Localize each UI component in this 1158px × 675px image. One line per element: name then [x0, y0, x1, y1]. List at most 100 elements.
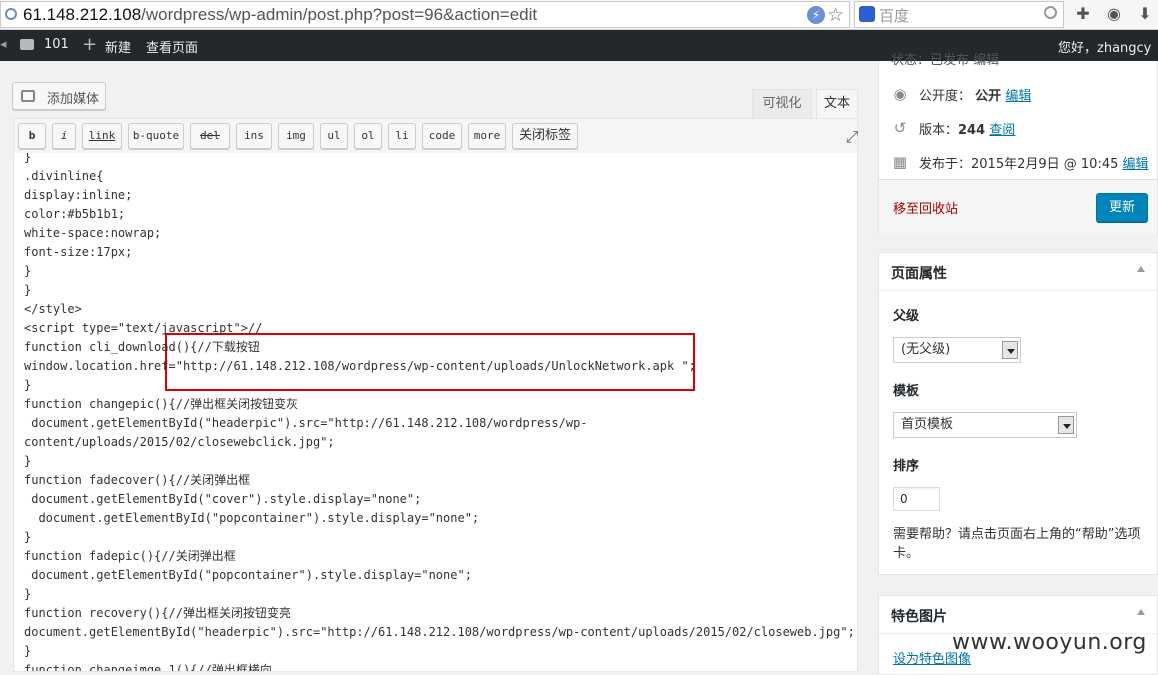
template-select[interactable]: 首页模板 [893, 412, 1077, 438]
code-line: document.getElementById("headerpic").src… [24, 625, 855, 639]
revisions-row: 版本：244 查阅 [919, 119, 1015, 138]
order-label: 排序 [893, 459, 920, 474]
quicktag-ul-button[interactable]: ul [320, 123, 348, 149]
quicktag---button[interactable]: 关闭标签 [512, 123, 578, 149]
code-line: <script type="text/javascript">// [24, 321, 263, 335]
code-line: font-size:17px; [24, 245, 133, 259]
plus-icon[interactable]: + [82, 36, 97, 54]
add-media-button[interactable]: 添加媒体 [12, 82, 106, 110]
help-text: 需要帮助？请点击页面右上角的“帮助”选项卡。 [893, 527, 1141, 561]
clock-history-icon: ↺ [893, 119, 907, 137]
url-path: /wordpress/wp-admin/post.php?post=96&act… [141, 5, 538, 24]
code-line: color:#b5b1b1; [24, 207, 126, 221]
code-line: window.location.href="http://61.148.212.… [24, 359, 696, 373]
published-value: 2015年2月9日 @ 10:45 [971, 157, 1119, 172]
eye-icon: ◉ [893, 85, 907, 103]
quicktag-del-button[interactable]: del [190, 123, 230, 149]
template-select-value: 首页模板 [901, 417, 954, 432]
download-icon[interactable]: ⬇ [1136, 5, 1154, 23]
code-line: } [24, 153, 32, 164]
update-button[interactable]: 更新 [1096, 193, 1148, 222]
toggle-arrow-icon[interactable] [1137, 609, 1145, 615]
quicktag-li-button[interactable]: li [388, 123, 416, 149]
tab-text[interactable]: 文本 [816, 89, 858, 119]
code-line: function changeimge_1(){//弹出框横向 [24, 663, 272, 672]
menu-edge[interactable]: ◂ [0, 37, 7, 52]
parent-select[interactable]: (无父级) [893, 337, 1021, 363]
quicktag-i-button[interactable]: i [52, 123, 76, 149]
code-editor[interactable]: } .divinline{ display:inline; color:#b5b1b1… [13, 153, 858, 672]
tab-visual[interactable]: 可视化 [752, 89, 812, 119]
code-line: function cli_download(){//下载按钮 [24, 340, 260, 354]
page-attributes-title: 页面属性 [891, 266, 947, 282]
divider [879, 290, 1157, 291]
quicktag-b-quote-button[interactable]: b-quote [128, 123, 184, 149]
status-row: 状态：已发布 编辑 [891, 53, 1000, 68]
visibility-row: 公开度： 公开 编辑 [919, 85, 1031, 104]
trash-link[interactable]: 移至回收站 [893, 198, 958, 217]
quicktag-more-button[interactable]: more [468, 123, 506, 149]
revisions-value: 244 [958, 123, 986, 138]
code-line: document.getElementById("popcontainer").… [24, 568, 472, 582]
quicktag-b-button[interactable]: b [18, 123, 46, 149]
toggle-arrow-icon[interactable] [1137, 266, 1145, 272]
code-line: </style> [24, 302, 82, 316]
calendar-icon: ▦ [892, 153, 908, 171]
published-label: 发布于： [919, 157, 972, 172]
code-line: document.getElementById("cover").style.d… [24, 492, 422, 506]
code-line: white-space:nowrap; [24, 226, 162, 240]
edit-date-link[interactable]: 编辑 [1123, 157, 1149, 172]
star-icon[interactable]: ☆ [827, 4, 844, 26]
search-input[interactable]: 百度 [854, 1, 1064, 28]
visibility-label: 公开度： [919, 89, 972, 104]
code-line: content/uploads/2015/02/closewebclick.jp… [24, 435, 335, 449]
page-attributes-box: 页面属性 父级 (无父级) 模板 首页模板 排序 0 需要帮助？请点击页面右上角… [878, 252, 1158, 575]
url-text[interactable]: 61.148.212.108/wordpress/wp-admin/post.p… [23, 5, 537, 25]
globe-icon [5, 8, 17, 20]
parent-select-value: (无父级) [901, 342, 951, 357]
baidu-paw-icon[interactable] [859, 6, 875, 22]
view-page-link[interactable]: 查看页面 [146, 37, 198, 56]
browser-toolbar: 61.148.212.108/wordpress/wp-admin/post.p… [0, 0, 1158, 30]
code-line: } [24, 644, 32, 658]
watermark: www.wooyun.org [952, 630, 1147, 655]
browse-revisions-link[interactable]: 查阅 [989, 123, 1015, 138]
revisions-label: 版本： [919, 123, 959, 138]
media-icon [21, 90, 35, 102]
quicktag-code-button[interactable]: code [422, 123, 462, 149]
globe-icon[interactable]: ◉ [1105, 5, 1123, 23]
fullscreen-icon[interactable]: ⤢ [843, 128, 861, 146]
code-line: document.getElementById("popcontainer").… [24, 511, 480, 525]
code-line: document.getElementById("headerpic").src… [24, 416, 588, 430]
quicktag-img-button[interactable]: img [278, 123, 314, 149]
code-line: } [24, 530, 32, 544]
parent-label: 父级 [893, 309, 920, 324]
quicktag-ins-button[interactable]: ins [236, 123, 272, 149]
quicktag-link-button[interactable]: link [82, 123, 122, 149]
code-line: } [24, 264, 32, 278]
code-line: display:inline; [24, 188, 133, 202]
add-media-label: 添加媒体 [47, 92, 100, 107]
comment-bubble-icon[interactable] [20, 39, 34, 50]
published-row: 发布于：2015年2月9日 @ 10:45 编辑 [919, 153, 1149, 172]
order-input[interactable]: 0 [893, 487, 940, 511]
chevron-down-icon[interactable] [1058, 416, 1074, 434]
publish-actions: 移至回收站 更新 [879, 179, 1157, 235]
chevron-down-icon[interactable] [1002, 341, 1018, 359]
comments-count[interactable]: 101 [44, 37, 69, 52]
puzzle-icon[interactable]: ✚ [1074, 5, 1092, 23]
code-line: } [24, 587, 32, 601]
code-line: .divinline{ [24, 169, 104, 183]
visibility-value: 公开 [975, 89, 1002, 104]
edit-visibility-link[interactable]: 编辑 [1005, 89, 1031, 104]
new-content-link[interactable]: 新建 [105, 37, 131, 56]
code-line: } [24, 378, 32, 392]
search-placeholder: 百度 [879, 7, 910, 25]
quicktag-ol-button[interactable]: ol [354, 123, 382, 149]
user-greeting[interactable]: 您好，zhangcy [1058, 37, 1151, 56]
search-icon[interactable] [1044, 6, 1057, 19]
code-line: function changepic(){//弹出框关闭按钮变灰 [24, 397, 299, 411]
code-line: } [24, 283, 32, 297]
lightning-icon[interactable]: ⚡ [807, 6, 825, 24]
address-bar[interactable]: 61.148.212.108/wordpress/wp-admin/post.p… [0, 1, 850, 28]
